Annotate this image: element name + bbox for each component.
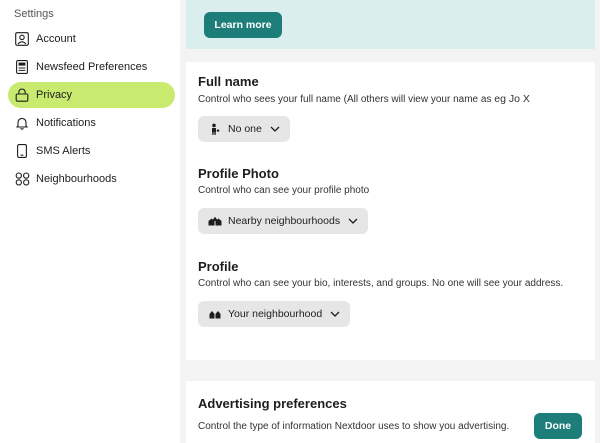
info-banner: Learn more <box>186 0 595 49</box>
chevron-down-icon <box>330 311 340 317</box>
full-name-visibility-value: No one <box>228 123 262 135</box>
sidebar-item-neighbourhoods[interactable]: Neighbourhoods <box>8 166 175 192</box>
profile-description: Control who can see your bio, interests,… <box>198 278 564 289</box>
account-icon <box>14 31 30 47</box>
chevron-down-icon <box>348 218 358 224</box>
nearby-neighbourhoods-icon <box>208 214 222 228</box>
sidebar-item-label: Newsfeed Preferences <box>36 61 148 73</box>
sidebar-item-label: Neighbourhoods <box>36 173 117 185</box>
profile-photo-visibility-dropdown[interactable]: Nearby neighbourhoods <box>198 208 369 234</box>
sidebar-item-label: SMS Alerts <box>36 145 91 157</box>
sidebar-item-notifications[interactable]: Notifications <box>8 110 175 136</box>
bell-icon <box>14 115 30 131</box>
your-neighbourhood-icon <box>208 307 222 321</box>
sidebar-item-label: Notifications <box>36 117 96 129</box>
full-name-description-text: Control who sees your full name (All oth… <box>198 94 492 105</box>
privacy-settings-main: Learn more Full name Control who sees yo… <box>180 0 600 443</box>
profile-title: Profile <box>198 259 239 274</box>
learn-more-button[interactable]: Learn more <box>204 12 282 38</box>
profile-photo-description: Control who can see your profile photo <box>198 185 370 196</box>
sidebar-item-label: Account <box>36 33 76 45</box>
advertising-title: Advertising preferences <box>198 396 347 411</box>
sidebar-item-privacy[interactable]: Privacy <box>8 82 175 108</box>
profile-photo-title: Profile Photo <box>198 166 279 181</box>
sidebar-item-newsfeed-preferences[interactable]: Newsfeed Preferences <box>8 54 175 80</box>
sidebar-item-sms-alerts[interactable]: SMS Alerts <box>8 138 175 164</box>
sidebar-header: Settings <box>14 8 54 20</box>
lock-icon <box>14 87 30 103</box>
advertising-card: Advertising preferences Control the type… <box>186 381 595 443</box>
settings-sidebar: Settings Account Newsfeed Preferences Pr… <box>0 0 180 443</box>
neighbourhoods-icon <box>14 171 30 187</box>
person-icon <box>208 122 222 136</box>
advertising-description: Control the type of information Nextdoor… <box>198 421 510 432</box>
full-name-example: eg Jo X <box>494 93 530 105</box>
full-name-description: Control who sees your full name (All oth… <box>198 93 530 105</box>
full-name-title: Full name <box>198 74 259 89</box>
done-button[interactable]: Done <box>534 413 582 439</box>
profile-visibility-dropdown[interactable]: Your neighbourhood <box>198 301 351 327</box>
privacy-card: Full name Control who sees your full nam… <box>186 62 595 360</box>
full-name-visibility-dropdown[interactable]: No one <box>198 116 290 142</box>
sidebar-item-account[interactable]: Account <box>8 26 175 52</box>
profile-visibility-value: Your neighbourhood <box>228 308 323 320</box>
profile-photo-visibility-value: Nearby neighbourhoods <box>228 215 341 227</box>
newsfeed-icon <box>14 59 30 75</box>
sidebar-item-label: Privacy <box>36 89 73 101</box>
chevron-down-icon <box>270 126 280 132</box>
phone-icon <box>14 143 30 159</box>
